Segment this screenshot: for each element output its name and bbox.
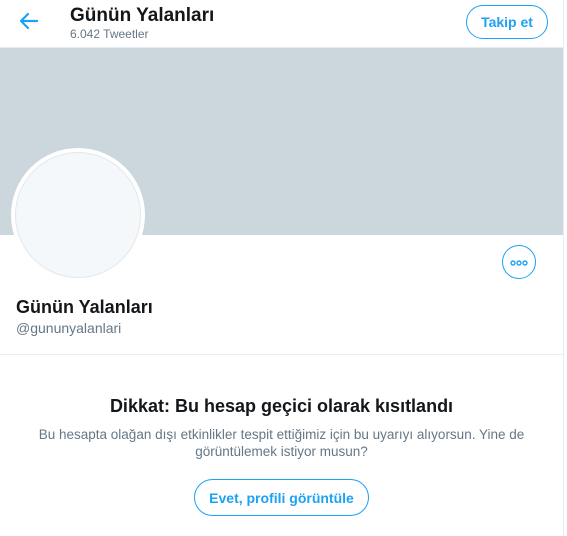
- avatar[interactable]: [11, 148, 145, 282]
- avatar-image: [15, 152, 141, 278]
- back-button[interactable]: [14, 8, 44, 38]
- profile-name: Günün Yalanları: [16, 297, 153, 317]
- follow-button[interactable]: Takip et: [466, 5, 548, 39]
- more-options-icon: [510, 253, 528, 271]
- more-options-button[interactable]: [502, 245, 536, 279]
- profile-handle: @gununyalanlari: [16, 320, 122, 336]
- arrow-left-icon: [19, 12, 39, 34]
- header-title: Günün Yalanları: [70, 5, 215, 26]
- view-profile-button[interactable]: Evet, profili görüntüle: [194, 479, 369, 516]
- warning-message: Bu hesapta olağan dışı etkinlikler tespi…: [38, 427, 525, 459]
- profile-header: Günün Yalanları 6.042 Tweetler Takip et: [0, 0, 563, 48]
- profile-page: Günün Yalanları 6.042 Tweetler Takip et …: [0, 0, 564, 536]
- tweet-count: 6.042 Tweetler: [70, 27, 149, 41]
- divider: [0, 354, 563, 355]
- warning-title: Dikkat: Bu hesap geçici olarak kısıtland…: [109, 396, 454, 416]
